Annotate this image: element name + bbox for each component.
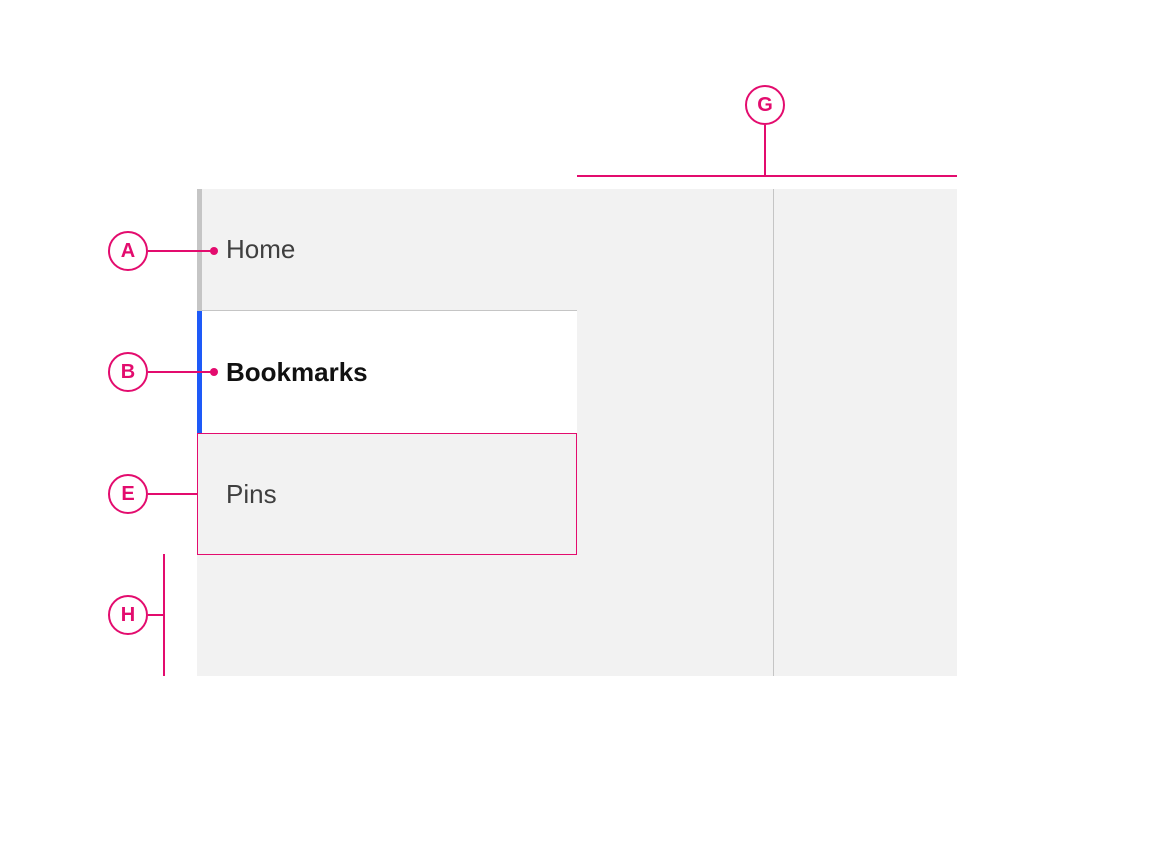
nav-item-label: Home [226, 234, 295, 265]
nav-item-bookmarks[interactable]: Bookmarks [197, 311, 577, 433]
callout-a-line [148, 250, 212, 252]
callout-b-dot [210, 368, 218, 376]
callout-h: H [108, 595, 148, 635]
nav-item-label: Bookmarks [226, 357, 368, 388]
callout-label: E [121, 483, 134, 506]
diagram-canvas: Home Bookmarks Pins A B E H G [0, 0, 1152, 864]
callout-b-line [148, 371, 212, 373]
callout-g: G [745, 85, 785, 125]
nav-item-pins[interactable]: Pins [197, 433, 577, 555]
callout-g-line-v [764, 125, 766, 175]
ui-panel: Home Bookmarks Pins [197, 189, 957, 676]
callout-label: G [757, 94, 773, 117]
callout-e-line [148, 493, 197, 495]
callout-label: B [121, 361, 135, 384]
callout-g-line-h [577, 175, 957, 177]
callout-a-dot [210, 247, 218, 255]
callout-label: H [121, 604, 135, 627]
callout-e: E [108, 474, 148, 514]
nav-item-label: Pins [226, 479, 277, 510]
callout-h-line-v [163, 554, 165, 676]
callout-label: A [121, 240, 135, 263]
callout-h-line-h [148, 614, 164, 616]
callout-b: B [108, 352, 148, 392]
nav-item-home[interactable]: Home [197, 189, 577, 311]
callout-a: A [108, 231, 148, 271]
sidebar-divider [773, 189, 774, 676]
